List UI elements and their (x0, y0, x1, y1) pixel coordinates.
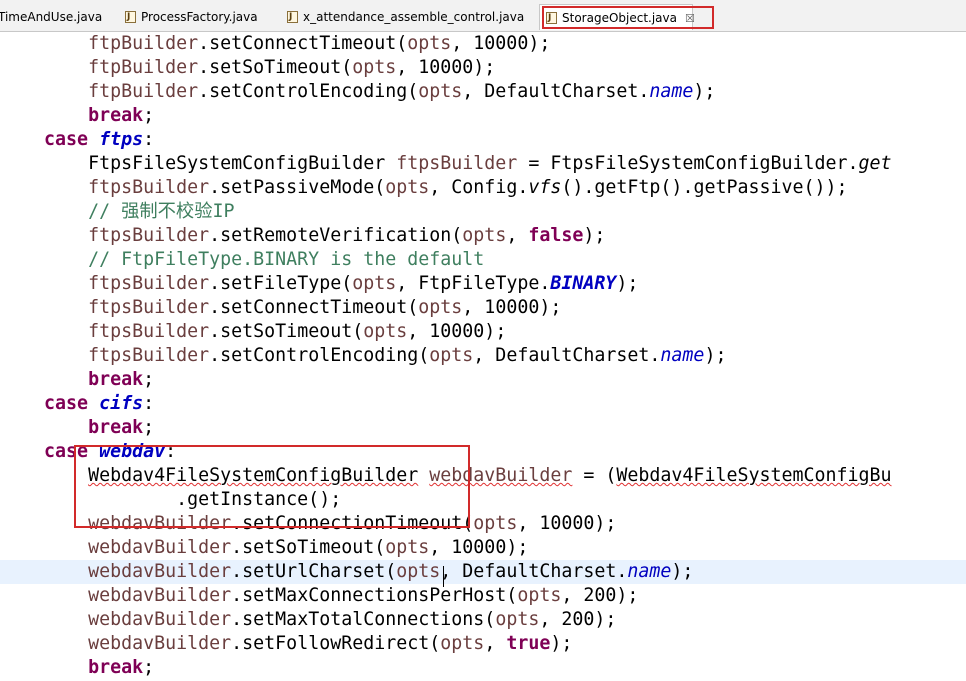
code-editor[interactable]: ftpBuilder.setConnectTimeout(opts, 10000… (0, 32, 966, 681)
tab-processfactory[interactable]: ProcessFactory.java (119, 4, 264, 30)
code-comment: // 强制不校验IP (88, 201, 235, 222)
code-line: ftpsBuilder.setSoTimeout(opts, 10000); (88, 321, 507, 342)
code-line: ftpsBuilder.setControlEncoding(opts, Def… (88, 345, 727, 366)
tab-label: StorageObject.java (562, 11, 677, 25)
code-line: case cifs: (44, 393, 155, 414)
code-line: webdavBuilder.setFollowRedirect(opts, tr… (88, 633, 573, 654)
editor-tab-bar: TimeAndUse.java ProcessFactory.java x_at… (0, 0, 966, 32)
code-line: break; (88, 657, 155, 678)
code-line: case webdav: (44, 441, 177, 462)
code-line: break; (88, 417, 155, 438)
code-line: ftpBuilder.setControlEncoding(opts, Defa… (88, 81, 716, 102)
tab-attendance-control[interactable]: x_attendance_assemble_control.java (281, 4, 530, 30)
code-line: break; (88, 105, 155, 126)
tab-timeanduse[interactable]: TimeAndUse.java (0, 4, 108, 30)
code-line: .getInstance(); (176, 489, 342, 510)
code-line: ftpBuilder.setSoTimeout(opts, 10000); (88, 57, 496, 78)
code-comment: // FtpFileType.BINARY is the default (88, 249, 485, 270)
tab-label: ProcessFactory.java (141, 10, 258, 24)
code-line: Webdav4FileSystemConfigBuilder webdavBui… (88, 465, 892, 486)
code-line: case ftps: (44, 129, 155, 150)
tab-storageobject[interactable]: StorageObject.java ☒ (539, 4, 714, 32)
current-code-line: webdavBuilder.setUrlCharset(opts, Defaul… (0, 560, 966, 584)
code-line: ftpBuilder.setConnectTimeout(opts, 10000… (88, 33, 551, 54)
code-line: ftpsBuilder.setFileType(opts, FtpFileTyp… (88, 273, 639, 294)
code-line: webdavBuilder.setConnectionTimeout(opts,… (88, 513, 617, 534)
code-line: ftpsBuilder.setConnectTimeout(opts, 1000… (88, 297, 562, 318)
java-file-icon (287, 4, 298, 30)
code-line: break; (88, 369, 155, 390)
code-line: webdavBuilder.setSoTimeout(opts, 10000); (88, 537, 529, 558)
code-line: FtpsFileSystemConfigBuilder ftpsBuilder … (88, 153, 892, 174)
tab-label: TimeAndUse.java (0, 10, 103, 24)
code-line: ftpsBuilder.setPassiveMode(opts, Config.… (88, 177, 848, 198)
java-file-icon (546, 5, 557, 31)
java-file-icon (125, 4, 136, 30)
code-line: webdavBuilder.setMaxTotalConnections(opt… (88, 609, 617, 630)
text-cursor (443, 566, 444, 587)
code-line: webdavBuilder.setMaxConnectionsPerHost(o… (88, 585, 639, 606)
tab-label: x_attendance_assemble_control.java (303, 10, 525, 24)
code-line: ftpsBuilder.setRemoteVerification(opts, … (88, 225, 606, 246)
close-icon[interactable]: ☒ (685, 6, 695, 32)
